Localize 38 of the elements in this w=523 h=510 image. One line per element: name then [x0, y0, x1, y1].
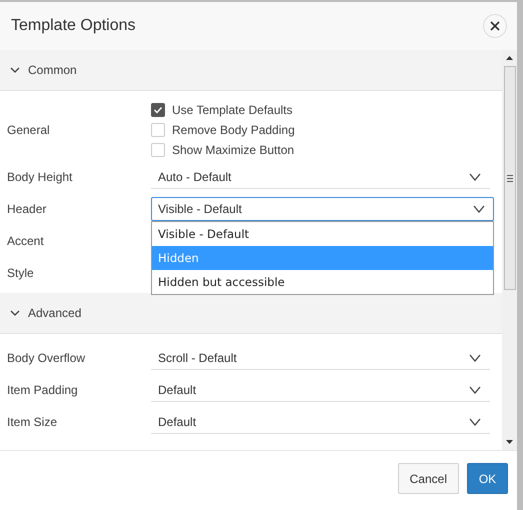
checkbox-option[interactable]: Use Template Defaults [151, 100, 494, 120]
chevron-icon [10, 65, 20, 75]
select-field[interactable]: Default [151, 378, 490, 402]
chevron-icon [469, 172, 481, 182]
section-header[interactable]: Common [0, 50, 502, 91]
dialog-title: Template Options [11, 17, 136, 35]
ok-button[interactable]: OK [467, 463, 508, 494]
select-field[interactable]: Visible - Default [151, 197, 494, 221]
checkbox-option[interactable]: Remove Body Padding [151, 120, 494, 140]
field-label: Item Size [7, 415, 58, 429]
field-label: Style [7, 266, 35, 280]
close-button[interactable] [483, 14, 507, 38]
field-label: Header [7, 202, 48, 216]
field-label: Body Height [7, 170, 74, 184]
scroll-up-icon[interactable] [506, 56, 513, 60]
scrollbar[interactable] [502, 50, 517, 450]
check-icon [153, 105, 163, 115]
cancel-button[interactable]: Cancel [398, 463, 459, 494]
select-field[interactable]: Auto - Default [151, 165, 490, 189]
select-field[interactable]: Default [151, 410, 490, 434]
field-label: Item Padding [7, 383, 79, 397]
dropdown-option[interactable]: Visible - Default [152, 222, 493, 246]
dropdown-option[interactable]: Hidden but accessible [152, 270, 493, 294]
chevron-icon [469, 352, 481, 362]
scroll-thumb[interactable] [504, 66, 516, 290]
chevron-icon [473, 204, 485, 214]
field-label: General [7, 123, 51, 137]
scroll-down-icon[interactable] [506, 440, 513, 444]
close-icon [490, 21, 500, 31]
chevron-icon [469, 416, 481, 426]
checkbox-option[interactable]: Show Maximize Button [151, 140, 494, 160]
field-label: Accent [7, 234, 45, 248]
chevron-icon [469, 384, 481, 394]
checkbox[interactable] [151, 103, 165, 117]
chevron-icon [10, 308, 20, 318]
section-header[interactable]: Advanced [0, 293, 502, 334]
select-field[interactable]: Scroll - Default [151, 346, 490, 370]
field-label: Body Overflow [7, 351, 86, 365]
